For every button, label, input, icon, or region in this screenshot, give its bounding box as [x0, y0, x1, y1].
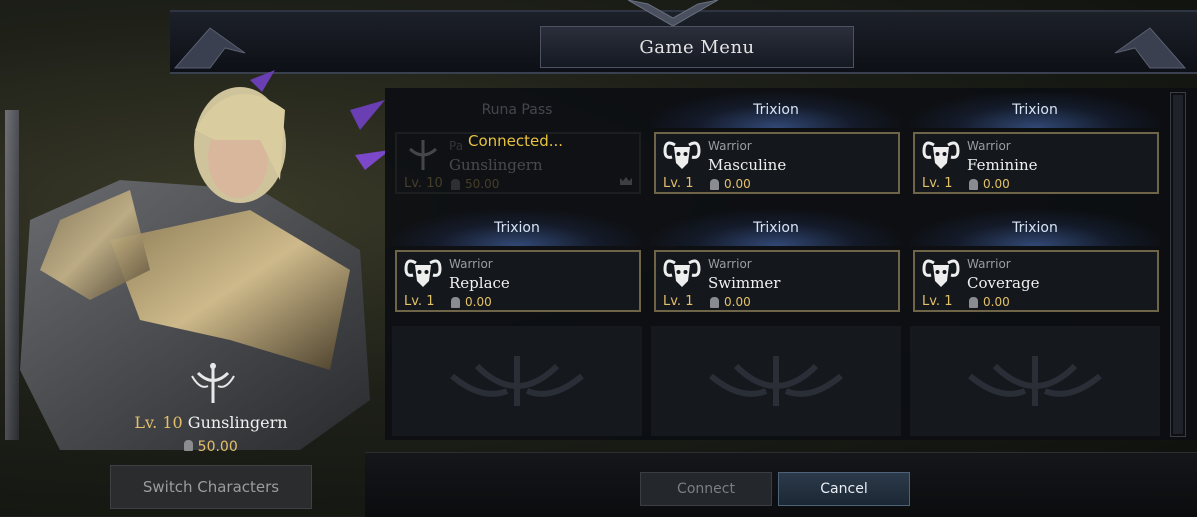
empty-character-slot[interactable] [651, 326, 901, 436]
empty-character-slot[interactable] [392, 326, 642, 436]
slot-power: 0.00 [710, 295, 751, 309]
slot-power-value: 50.00 [465, 177, 500, 191]
slot-power: 0.00 [969, 295, 1010, 309]
empty-character-slot[interactable] [910, 326, 1160, 436]
slot-list-scrollbar[interactable] [1170, 92, 1186, 437]
slot-power: 0.00 [451, 295, 492, 309]
helmet-icon [710, 296, 719, 308]
server-label: Trixion [651, 92, 901, 128]
slot-power: 0.00 [969, 177, 1010, 191]
slot-class: Warrior [967, 139, 1011, 153]
slot-power-value: 0.00 [724, 295, 751, 309]
character-slot[interactable]: Trixion Lv. 1 Warrior Replace 0.00 [392, 210, 642, 328]
slot-name: Replace [449, 274, 510, 292]
character-card: Lv. 1 Warrior Masculine 0.00 [654, 132, 900, 194]
empty-slot-emblem-icon [968, 356, 1102, 406]
character-card: Lv. 1 Warrior Coverage 0.00 [913, 250, 1159, 312]
empty-slot-emblem-icon [450, 356, 584, 406]
helmet-icon [184, 440, 194, 451]
slot-name: Feminine [967, 156, 1038, 174]
slot-power: 0.00 [710, 177, 751, 191]
slot-power: 50.00 [451, 177, 499, 191]
connect-button[interactable]: Connect [640, 472, 772, 506]
helmet-icon [969, 296, 978, 308]
character-slot[interactable]: Trixion Lv. 1 Warrior Swimmer 0.00 [651, 210, 901, 328]
empty-slot-emblem-icon [709, 356, 843, 406]
cancel-button[interactable]: Cancel [778, 472, 910, 506]
character-card: Lv. 1 Warrior Replace 0.00 [395, 250, 641, 312]
slot-power-value: 0.00 [983, 295, 1010, 309]
hero-name: Gunslingern [187, 413, 288, 432]
slot-level: Lv. 1 [663, 176, 694, 191]
title-plate: Game Menu [540, 26, 854, 68]
crest-ornament [627, 0, 719, 27]
slot-level: Lv. 10 [404, 176, 443, 191]
slot-name: Coverage [967, 274, 1040, 292]
server-label: Trixion [392, 210, 642, 246]
hero-power: 50.00 [100, 439, 322, 455]
server-label: Trixion [651, 210, 901, 246]
page-title: Game Menu [639, 36, 755, 58]
hero-power-value: 50.00 [197, 439, 238, 455]
character-card: Lv. 1 Warrior Swimmer 0.00 [654, 250, 900, 312]
character-slot[interactable]: Trixion Lv. 1 Warrior Feminine 0.00 [910, 92, 1160, 210]
slot-name: Gunslingern [449, 156, 543, 174]
slot-level: Lv. 1 [404, 294, 435, 309]
character-slot[interactable]: Trixion Lv. 1 Warrior Masculine 0.00 [651, 92, 901, 210]
hero-name-line: Lv. 10 Gunslingern [100, 413, 322, 432]
helmet-icon [969, 178, 978, 190]
slot-class: Warrior [967, 257, 1011, 271]
server-label: Runa Pass [481, 102, 553, 118]
slot-power-value: 0.00 [983, 177, 1010, 191]
helmet-icon [710, 178, 719, 190]
ram-skull-icon [922, 259, 960, 287]
ram-skull-icon [404, 259, 442, 287]
slot-class: Warrior [708, 139, 752, 153]
character-portrait [5, 70, 390, 450]
slot-name: Swimmer [708, 274, 781, 292]
ram-skull-icon [663, 259, 701, 287]
class-emblem-icon [191, 363, 235, 403]
ram-skull-icon [922, 141, 960, 169]
crown-icon [620, 177, 632, 185]
character-slot[interactable]: Runa Pass Lv. 10 Pa Gunslingern 50.00 [392, 92, 642, 210]
switch-characters-button[interactable]: Switch Characters [110, 465, 312, 509]
slot-level: Lv. 1 [663, 294, 694, 309]
slot-level: Lv. 1 [922, 294, 953, 309]
slot-class: Warrior [708, 257, 752, 271]
left-wing-ornament [173, 27, 246, 69]
slot-class: Warrior [449, 257, 493, 271]
ram-skull-icon [663, 141, 701, 169]
helmet-icon [451, 178, 460, 190]
character-card: Lv. 1 Warrior Feminine 0.00 [913, 132, 1159, 194]
class-emblem-icon [408, 140, 438, 170]
slot-power-value: 0.00 [465, 295, 492, 309]
right-wing-ornament [1114, 27, 1187, 69]
server-label: Trixion [910, 92, 1160, 128]
slot-power-value: 0.00 [724, 177, 751, 191]
slot-name: Masculine [708, 156, 787, 174]
helmet-icon [451, 296, 460, 308]
server-label: Trixion [910, 210, 1160, 246]
connected-status: Connected... [468, 132, 564, 150]
hero-level: Lv. 10 [134, 413, 183, 432]
scrollbar-thumb[interactable] [1173, 95, 1183, 434]
slot-class: Pa [449, 139, 464, 153]
character-slot[interactable]: Trixion Lv. 1 Warrior Coverage 0.00 [910, 210, 1160, 328]
slot-level: Lv. 1 [922, 176, 953, 191]
